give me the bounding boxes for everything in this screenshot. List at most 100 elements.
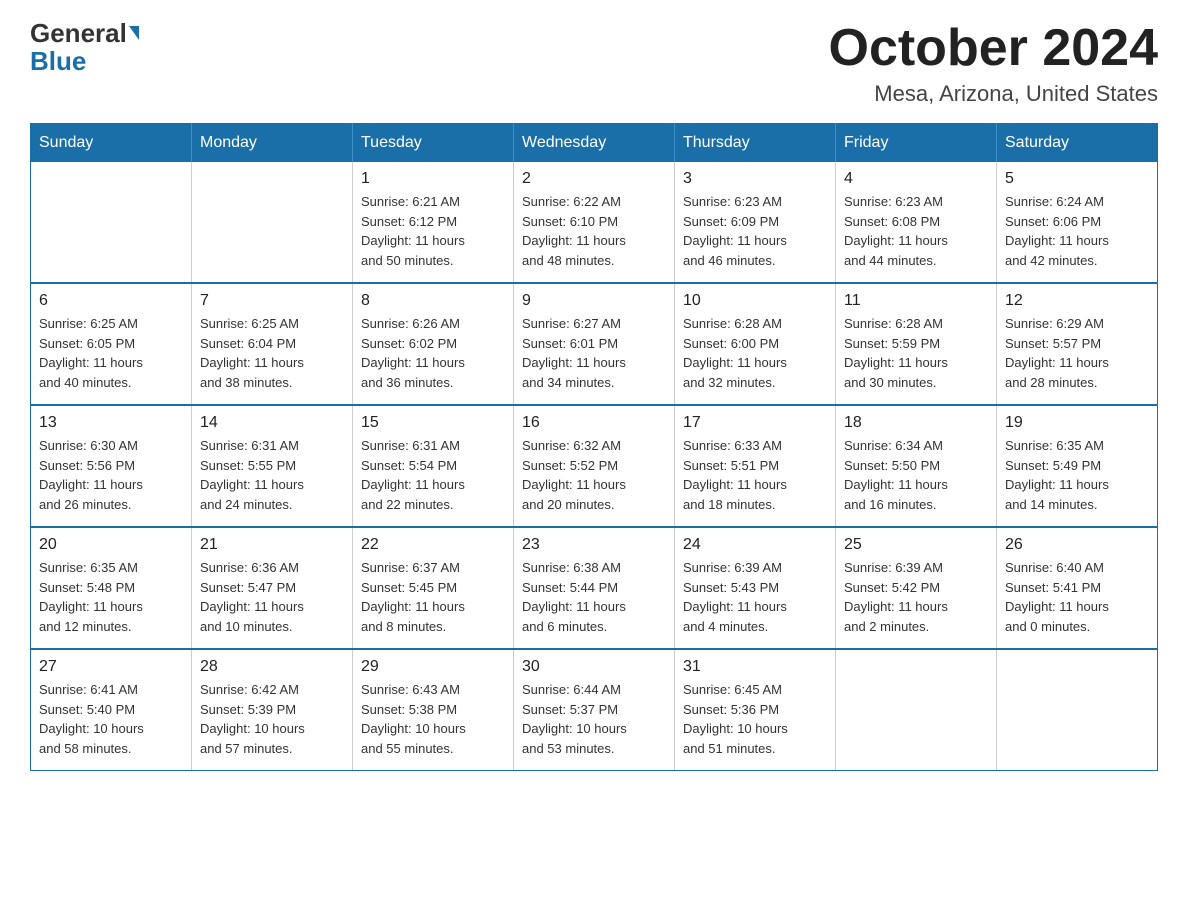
- day-info: Sunrise: 6:27 AM Sunset: 6:01 PM Dayligh…: [522, 314, 666, 392]
- day-number: 4: [844, 170, 988, 188]
- days-of-week-row: SundayMondayTuesdayWednesdayThursdayFrid…: [31, 124, 1158, 163]
- calendar-cell: 12 Sunrise: 6:29 AM Sunset: 5:57 PM Dayli…: [997, 283, 1158, 405]
- week-row-4: 20Sunrise: 6:35 AM Sunset: 5:48 PM Dayli…: [31, 527, 1158, 649]
- day-info: Sunrise: 6:23 AM Sunset: 6:09 PM Dayligh…: [683, 192, 827, 270]
- calendar-cell: 3 Sunrise: 6:23 AM Sunset: 6:09 PM Daylig…: [675, 162, 836, 283]
- day-info: Sunrise: 6:36 AM Sunset: 5:47 PM Dayligh…: [200, 558, 344, 636]
- day-info: Sunrise: 6:33 AM Sunset: 5:51 PM Dayligh…: [683, 436, 827, 514]
- day-info: Sunrise: 6:29 AM Sunset: 5:57 PM Dayligh…: [1005, 314, 1149, 392]
- logo-general-text: General: [30, 20, 127, 46]
- logo-line-blue: Blue: [30, 46, 86, 77]
- calendar-cell: 4 Sunrise: 6:23 AM Sunset: 6:08 PM Daylig…: [836, 162, 997, 283]
- logo: General Blue: [30, 20, 139, 77]
- day-number: 11: [844, 292, 988, 310]
- day-number: 31: [683, 658, 827, 676]
- day-info: Sunrise: 6:40 AM Sunset: 5:41 PM Dayligh…: [1005, 558, 1149, 636]
- day-info: Sunrise: 6:32 AM Sunset: 5:52 PM Dayligh…: [522, 436, 666, 514]
- calendar-cell: 21 Sunrise: 6:36 AM Sunset: 5:47 PM Dayli…: [192, 527, 353, 649]
- header-thursday: Thursday: [675, 124, 836, 163]
- calendar-cell: [192, 162, 353, 283]
- day-number: 14: [200, 414, 344, 432]
- day-info: Sunrise: 6:24 AM Sunset: 6:06 PM Dayligh…: [1005, 192, 1149, 270]
- day-number: 28: [200, 658, 344, 676]
- day-number: 3: [683, 170, 827, 188]
- day-info: Sunrise: 6:41 AM Sunset: 5:40 PM Dayligh…: [39, 680, 183, 758]
- day-number: 18: [844, 414, 988, 432]
- week-row-1: 1 Sunrise: 6:21 AM Sunset: 6:12 PM Daylig…: [31, 162, 1158, 283]
- header-saturday: Saturday: [997, 124, 1158, 163]
- week-row-2: 6 Sunrise: 6:25 AM Sunset: 6:05 PM Daylig…: [31, 283, 1158, 405]
- day-number: 22: [361, 536, 505, 554]
- header-tuesday: Tuesday: [353, 124, 514, 163]
- day-number: 16: [522, 414, 666, 432]
- day-number: 10: [683, 292, 827, 310]
- calendar-cell: 28 Sunrise: 6:42 AM Sunset: 5:39 PM Dayli…: [192, 649, 353, 771]
- calendar-cell: 10Sunrise: 6:28 AM Sunset: 6:00 PM Dayli…: [675, 283, 836, 405]
- day-info: Sunrise: 6:34 AM Sunset: 5:50 PM Dayligh…: [844, 436, 988, 514]
- calendar-cell: 6 Sunrise: 6:25 AM Sunset: 6:05 PM Daylig…: [31, 283, 192, 405]
- day-info: Sunrise: 6:42 AM Sunset: 5:39 PM Dayligh…: [200, 680, 344, 758]
- header-sunday: Sunday: [31, 124, 192, 163]
- calendar-cell: 11 Sunrise: 6:28 AM Sunset: 5:59 PM Dayli…: [836, 283, 997, 405]
- day-number: 26: [1005, 536, 1149, 554]
- day-info: Sunrise: 6:25 AM Sunset: 6:04 PM Dayligh…: [200, 314, 344, 392]
- day-info: Sunrise: 6:37 AM Sunset: 5:45 PM Dayligh…: [361, 558, 505, 636]
- day-number: 29: [361, 658, 505, 676]
- calendar-cell: 24Sunrise: 6:39 AM Sunset: 5:43 PM Dayli…: [675, 527, 836, 649]
- day-number: 12: [1005, 292, 1149, 310]
- logo-blue-text: Blue: [30, 46, 86, 76]
- calendar-cell: [997, 649, 1158, 771]
- logo-line-general: General: [30, 20, 139, 46]
- header-wednesday: Wednesday: [514, 124, 675, 163]
- day-number: 2: [522, 170, 666, 188]
- day-info: Sunrise: 6:25 AM Sunset: 6:05 PM Dayligh…: [39, 314, 183, 392]
- calendar-cell: 14 Sunrise: 6:31 AM Sunset: 5:55 PM Dayli…: [192, 405, 353, 527]
- calendar-cell: 1 Sunrise: 6:21 AM Sunset: 6:12 PM Daylig…: [353, 162, 514, 283]
- day-number: 24: [683, 536, 827, 554]
- day-info: Sunrise: 6:31 AM Sunset: 5:55 PM Dayligh…: [200, 436, 344, 514]
- day-number: 7: [200, 292, 344, 310]
- day-number: 17: [683, 414, 827, 432]
- calendar-cell: 16 Sunrise: 6:32 AM Sunset: 5:52 PM Dayli…: [514, 405, 675, 527]
- calendar-cell: 29 Sunrise: 6:43 AM Sunset: 5:38 PM Dayli…: [353, 649, 514, 771]
- calendar-cell: 5 Sunrise: 6:24 AM Sunset: 6:06 PM Daylig…: [997, 162, 1158, 283]
- day-info: Sunrise: 6:45 AM Sunset: 5:36 PM Dayligh…: [683, 680, 827, 758]
- day-info: Sunrise: 6:26 AM Sunset: 6:02 PM Dayligh…: [361, 314, 505, 392]
- day-info: Sunrise: 6:31 AM Sunset: 5:54 PM Dayligh…: [361, 436, 505, 514]
- calendar-cell: 9Sunrise: 6:27 AM Sunset: 6:01 PM Daylig…: [514, 283, 675, 405]
- day-number: 25: [844, 536, 988, 554]
- calendar-cell: 17 Sunrise: 6:33 AM Sunset: 5:51 PM Dayli…: [675, 405, 836, 527]
- day-number: 15: [361, 414, 505, 432]
- day-number: 21: [200, 536, 344, 554]
- day-info: Sunrise: 6:28 AM Sunset: 5:59 PM Dayligh…: [844, 314, 988, 392]
- week-row-3: 13Sunrise: 6:30 AM Sunset: 5:56 PM Dayli…: [31, 405, 1158, 527]
- calendar-cell: 18 Sunrise: 6:34 AM Sunset: 5:50 PM Dayli…: [836, 405, 997, 527]
- calendar-cell: 15 Sunrise: 6:31 AM Sunset: 5:54 PM Dayli…: [353, 405, 514, 527]
- calendar-cell: 13Sunrise: 6:30 AM Sunset: 5:56 PM Dayli…: [31, 405, 192, 527]
- day-number: 27: [39, 658, 183, 676]
- day-info: Sunrise: 6:22 AM Sunset: 6:10 PM Dayligh…: [522, 192, 666, 270]
- calendar-body: 1 Sunrise: 6:21 AM Sunset: 6:12 PM Daylig…: [31, 162, 1158, 771]
- day-info: Sunrise: 6:21 AM Sunset: 6:12 PM Dayligh…: [361, 192, 505, 270]
- week-row-5: 27 Sunrise: 6:41 AM Sunset: 5:40 PM Dayli…: [31, 649, 1158, 771]
- day-number: 6: [39, 292, 183, 310]
- calendar-cell: 30Sunrise: 6:44 AM Sunset: 5:37 PM Dayli…: [514, 649, 675, 771]
- calendar-cell: 7 Sunrise: 6:25 AM Sunset: 6:04 PM Daylig…: [192, 283, 353, 405]
- header-friday: Friday: [836, 124, 997, 163]
- calendar-cell: 27 Sunrise: 6:41 AM Sunset: 5:40 PM Dayli…: [31, 649, 192, 771]
- calendar-cell: 19Sunrise: 6:35 AM Sunset: 5:49 PM Dayli…: [997, 405, 1158, 527]
- day-number: 1: [361, 170, 505, 188]
- calendar-header: SundayMondayTuesdayWednesdayThursdayFrid…: [31, 124, 1158, 163]
- month-title: October 2024: [829, 20, 1159, 77]
- calendar-cell: [31, 162, 192, 283]
- day-number: 5: [1005, 170, 1149, 188]
- page-header: General Blue October 2024 Mesa, Arizona,…: [30, 20, 1158, 107]
- day-info: Sunrise: 6:35 AM Sunset: 5:49 PM Dayligh…: [1005, 436, 1149, 514]
- day-info: Sunrise: 6:43 AM Sunset: 5:38 PM Dayligh…: [361, 680, 505, 758]
- logo-triangle-icon: [129, 26, 139, 40]
- calendar-cell: 31 Sunrise: 6:45 AM Sunset: 5:36 PM Dayli…: [675, 649, 836, 771]
- day-info: Sunrise: 6:35 AM Sunset: 5:48 PM Dayligh…: [39, 558, 183, 636]
- day-info: Sunrise: 6:30 AM Sunset: 5:56 PM Dayligh…: [39, 436, 183, 514]
- day-info: Sunrise: 6:39 AM Sunset: 5:42 PM Dayligh…: [844, 558, 988, 636]
- day-info: Sunrise: 6:23 AM Sunset: 6:08 PM Dayligh…: [844, 192, 988, 270]
